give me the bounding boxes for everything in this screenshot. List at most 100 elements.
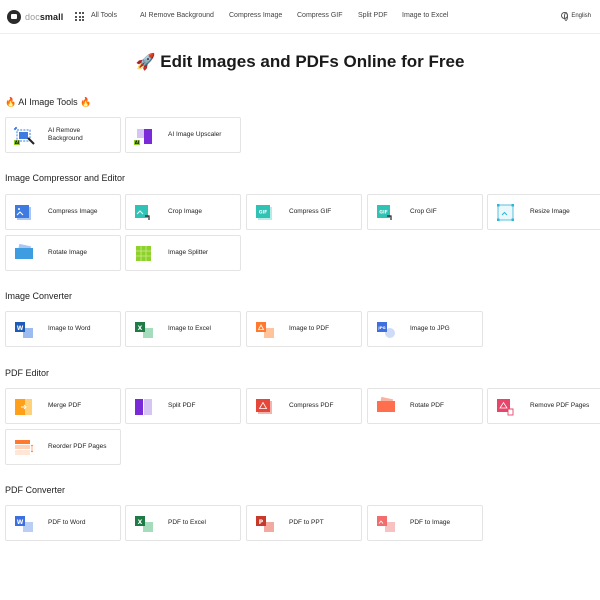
tool-label: AI Image Upscaler (168, 131, 222, 138)
tool-card-crop-gif[interactable]: GIF Crop GIF (367, 194, 483, 230)
gif-badge-text: GIF (259, 210, 267, 216)
tool-card-pdf-to-excel[interactable]: X PDF to Excel (125, 505, 241, 541)
section-title-image-compressor-editor: Image Compressor and Editor (5, 173, 126, 183)
tool-card-image-to-jpg[interactable]: JPG Image to JPG (367, 311, 483, 347)
tool-card-pdf-to-ppt[interactable]: P PDF to PPT (246, 505, 362, 541)
tool-label: Merge PDF (48, 402, 82, 409)
logo-text: docsmall (25, 12, 64, 22)
nav-split-pdf[interactable]: Split PDF (358, 12, 388, 19)
tool-card-compress-image[interactable]: Compress Image (5, 194, 121, 230)
remove-pdf-pages-icon (496, 398, 516, 416)
tool-card-reorder-pdf-pages[interactable]: Reorder PDF Pages (5, 429, 121, 465)
fire-icon: 🔥 (5, 97, 17, 107)
tool-label: PDF to Word (48, 519, 86, 526)
compress-pdf-icon (255, 398, 275, 416)
fire-icon: 🔥 (80, 97, 92, 107)
language-label: English (571, 12, 591, 19)
tool-label: Split PDF (168, 402, 196, 409)
tool-label: Compress GIF (289, 208, 332, 215)
resize-image-icon (496, 204, 516, 222)
language-selector[interactable]: English (561, 12, 591, 21)
tool-label: PDF to Excel (168, 519, 206, 526)
tool-card-crop-image[interactable]: Crop Image (125, 194, 241, 230)
tool-card-ai-remove-background[interactable]: AI AI Remove Background (5, 117, 121, 153)
tool-label: Rotate PDF (410, 402, 444, 409)
tool-label: Image Splitter (168, 249, 209, 256)
image-to-word-icon: W (14, 321, 34, 339)
tool-label: Image to Word (48, 325, 91, 332)
compress-gif-icon: GIF (255, 204, 275, 222)
tool-label: Remove PDF Pages (530, 402, 590, 409)
tool-label: Crop GIF (410, 208, 437, 215)
image-to-excel-icon: X (134, 321, 154, 339)
pdf-to-word-icon: W (14, 515, 34, 533)
tool-label: Crop Image (168, 208, 202, 215)
tool-card-ai-image-upscaler[interactable]: AI AI Image Upscaler (125, 117, 241, 153)
svg-text:AI: AI (135, 140, 140, 145)
rotate-pdf-icon (376, 396, 396, 416)
merge-pdf-icon (14, 398, 34, 416)
tool-label: Compress Image (48, 208, 98, 215)
tool-card-pdf-to-word[interactable]: W PDF to Word (5, 505, 121, 541)
tool-label: PDF to PPT (289, 519, 324, 526)
svg-text:X: X (138, 519, 143, 526)
nav-image-to-excel[interactable]: Image to Excel (402, 12, 448, 19)
tool-card-remove-pdf-pages[interactable]: Remove PDF Pages (487, 388, 600, 424)
tool-label: PDF to Image (410, 519, 451, 526)
tool-card-merge-pdf[interactable]: Merge PDF (5, 388, 121, 424)
image-splitter-icon (134, 245, 154, 263)
pdf-to-ppt-icon: P (255, 515, 275, 533)
nav-ai-remove-background[interactable]: AI Remove Background (140, 12, 214, 19)
logo-icon (7, 10, 21, 24)
reorder-pdf-pages-icon (14, 439, 34, 457)
compress-image-icon (14, 204, 34, 222)
nav-compress-image[interactable]: Compress Image (229, 12, 282, 19)
pdf-to-excel-icon: X (134, 515, 154, 533)
excel-badge-text: X (138, 325, 143, 332)
tool-label: Compress PDF (289, 402, 334, 409)
tool-label: Rotate Image (48, 249, 88, 256)
tool-card-rotate-pdf[interactable]: Rotate PDF (367, 388, 483, 424)
section-title-pdf-editor: PDF Editor (5, 368, 50, 378)
tool-card-image-to-word[interactable]: W Image to Word (5, 311, 121, 347)
tool-label: AI Remove Background (48, 127, 83, 142)
tool-card-image-to-excel[interactable]: X Image to Excel (125, 311, 241, 347)
tool-label: Image to PDF (289, 325, 330, 332)
tool-card-compress-gif[interactable]: GIF Compress GIF (246, 194, 362, 230)
tool-label: Reorder PDF Pages (48, 443, 107, 450)
nav-compress-gif[interactable]: Compress GIF (297, 12, 343, 19)
rocket-icon: 🚀 (135, 54, 156, 71)
section-title-ai-image-tools: 🔥 AI Image Tools 🔥 (5, 97, 92, 107)
tool-card-resize-image[interactable]: Resize Image (487, 194, 600, 230)
tool-card-image-splitter[interactable]: Image Splitter (125, 235, 241, 271)
ai-image-upscaler-icon: AI (134, 127, 154, 145)
jpg-badge-text: JPG (377, 325, 385, 330)
svg-text:GIF: GIF (379, 210, 387, 216)
crop-gif-icon: GIF (376, 204, 396, 222)
all-tools-grid-icon[interactable] (75, 12, 84, 21)
rotate-image-icon (14, 243, 34, 263)
page-title-text: Edit Images and PDFs Online for Free (160, 52, 465, 71)
crop-image-icon (134, 204, 154, 222)
nav-all-tools[interactable]: All Tools (91, 12, 117, 19)
tool-card-split-pdf[interactable]: Split PDF (125, 388, 241, 424)
globe-icon (561, 12, 569, 21)
tool-card-image-to-pdf[interactable]: Image to PDF (246, 311, 362, 347)
tool-label: Resize Image (530, 208, 570, 215)
ai-remove-background-icon: AI (13, 126, 35, 145)
image-to-pdf-icon (255, 321, 275, 339)
section-title-pdf-converter: PDF Converter (5, 485, 66, 495)
tool-card-compress-pdf[interactable]: Compress PDF (246, 388, 362, 424)
ppt-badge-text: P (259, 519, 264, 526)
image-to-jpg-icon: JPG (376, 321, 396, 339)
pdf-to-image-icon (376, 515, 396, 533)
split-pdf-icon (134, 398, 154, 416)
top-navbar: docsmall All Tools AI Remove Background … (0, 0, 600, 34)
svg-text:W: W (17, 519, 24, 526)
tool-label: Image to Excel (168, 325, 211, 332)
tool-card-rotate-image[interactable]: Rotate Image (5, 235, 121, 271)
word-badge-text: W (17, 325, 24, 332)
tool-card-pdf-to-image[interactable]: PDF to Image (367, 505, 483, 541)
page-title: 🚀 Edit Images and PDFs Online for Free (0, 52, 600, 72)
docsmall-logo[interactable]: docsmall (7, 10, 63, 24)
